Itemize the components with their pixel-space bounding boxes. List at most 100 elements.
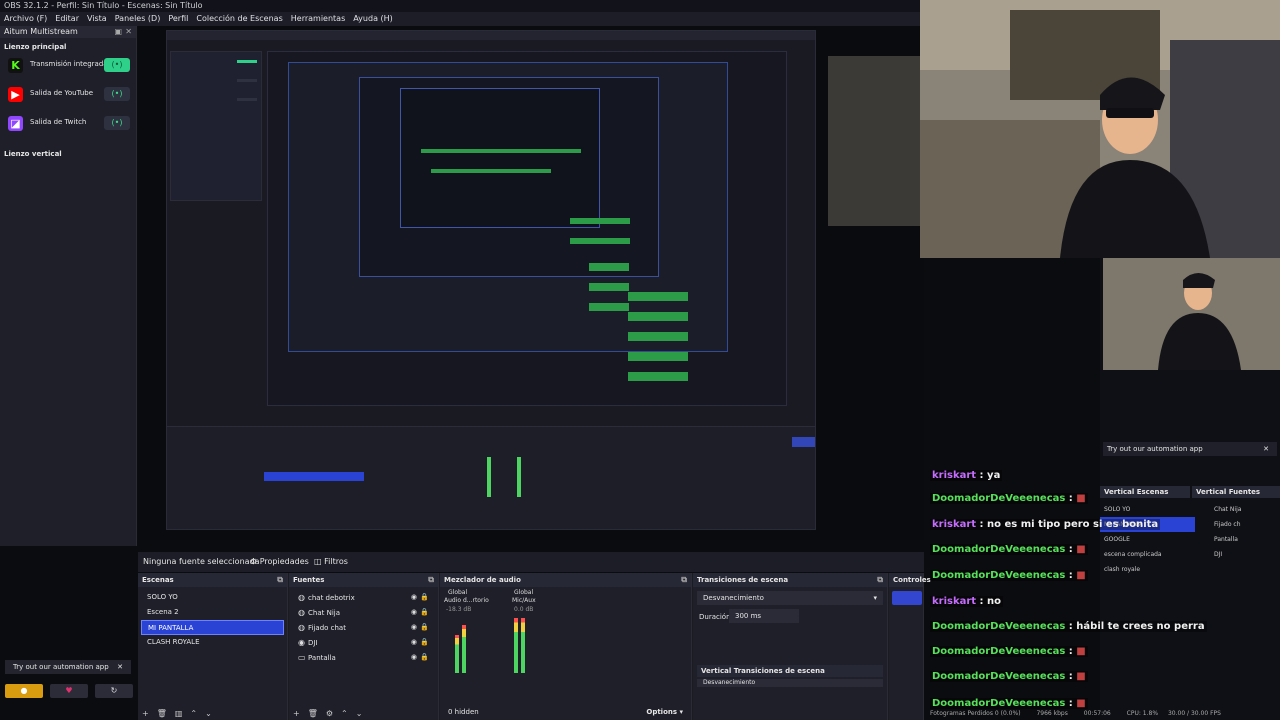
automation-label: Try out our automation app [13, 663, 109, 671]
scene-item[interactable]: Escena 2 [141, 605, 284, 620]
source-item[interactable]: ▭ Pantalla ◉ 🔒 [292, 650, 435, 665]
down-icon[interactable]: ⌄ [205, 709, 212, 718]
output-toggle-button[interactable]: (•) [104, 58, 130, 72]
vertical-source-item[interactable]: Pantalla [1200, 532, 1280, 547]
lock-icon[interactable]: 🔒 [420, 590, 429, 605]
chat-message: DoomadorDeVeeenecas : ■ [930, 646, 1088, 657]
automation-label-2: Try out our automation app [1107, 445, 1203, 453]
emote-icon: ■ [1076, 570, 1086, 581]
duration-input[interactable]: 300 ms [729, 609, 799, 623]
menu-item[interactable]: Herramientas [291, 12, 346, 26]
lock-icon[interactable]: 🔒 [420, 620, 429, 635]
eye-icon[interactable]: ◉ [411, 635, 417, 650]
vertical-source-item[interactable]: Fijado ch [1200, 517, 1280, 532]
close-icon[interactable]: ✕ [1263, 442, 1269, 456]
camera-icon: ◉ [298, 638, 305, 647]
output-label: Salida de Twitch [30, 118, 87, 126]
output-toggle-button[interactable]: (•) [104, 87, 130, 101]
source-item[interactable]: ◍ Chat Nija ◉ 🔒 [292, 605, 435, 620]
source-item[interactable]: ◍ chat debotrix ◉ 🔒 [292, 590, 435, 605]
float-icon[interactable]: ▣ [114, 26, 122, 38]
nested-bottom-panels [167, 426, 815, 529]
hidden-count[interactable]: 0 hidden [448, 708, 479, 716]
eye-icon[interactable]: ◉ [411, 650, 417, 665]
globe-icon: ◍ [298, 623, 305, 632]
globe-icon: ◍ [298, 608, 305, 617]
eye-icon[interactable]: ◉ [411, 620, 417, 635]
start-stream-button[interactable] [892, 591, 922, 605]
add-icon[interactable]: + [142, 709, 149, 718]
vertical-sources-header: Vertical Fuentes [1192, 486, 1280, 498]
lock-icon[interactable]: 🔒 [420, 605, 429, 620]
close-icon[interactable]: ✕ [117, 660, 123, 674]
add-icon[interactable]: + [293, 709, 300, 718]
globe-icon: ◍ [298, 593, 305, 602]
dock-icon[interactable]: ⧉ [877, 573, 883, 587]
output-toggle-button[interactable]: (•) [104, 116, 130, 130]
menu-item[interactable]: Archivo (F) [4, 12, 47, 26]
heart-icon[interactable]: ♥ [50, 684, 88, 698]
transition-select[interactable]: Desvanecimiento ▾ [697, 591, 883, 605]
filters-button[interactable]: ◫ Filtros [314, 552, 348, 572]
menu-item[interactable]: Editar [55, 12, 79, 26]
scenes-toolbar: + 🗑 ▥ ⌃ ⌄ [142, 709, 212, 718]
scene-item[interactable]: SOLO YO [141, 590, 284, 605]
ch2-meter [514, 618, 518, 673]
preview-canvas[interactable] [138, 26, 924, 540]
main-canvas-label: Lienzo principal [4, 43, 67, 51]
eye-icon[interactable]: ◉ [411, 590, 417, 605]
vertical-source-item[interactable]: DJI [1200, 547, 1280, 562]
delete-icon[interactable]: 🗑 [157, 709, 167, 718]
sources-toolbar: + 🗑 ⚙ ⌃ ⌄ [293, 709, 362, 718]
lock-icon[interactable]: 🔒 [420, 650, 429, 665]
scene-item[interactable]: MI PANTALLA [141, 620, 284, 635]
monitor-icon: ▭ [298, 653, 306, 662]
dock-icon[interactable]: ⧉ [428, 573, 434, 587]
properties-button[interactable]: ⚙ Propiedades [250, 552, 309, 572]
menu-item[interactable]: Vista [87, 12, 107, 26]
menu-item[interactable]: Ayuda (H) [353, 12, 393, 26]
chat-username: DoomadorDeVeeenecas [932, 671, 1066, 682]
ch1-meter-r [462, 625, 466, 673]
source-item[interactable]: ◉ DJI ◉ 🔒 [292, 635, 435, 650]
automation-button[interactable]: Try out our automation app ✕ [5, 660, 131, 674]
eye-icon[interactable]: ◉ [411, 605, 417, 620]
chat-message: kriskart : no es mi tipo pero si es boni… [930, 519, 1161, 530]
options-button[interactable]: Options ▾ [646, 708, 683, 716]
nested-multistream [170, 51, 262, 201]
refresh-icon[interactable]: ↻ [95, 684, 133, 698]
source-item[interactable]: ◍ Fijado chat ◉ 🔒 [292, 620, 435, 635]
up-icon[interactable]: ⌃ [190, 709, 197, 718]
mixer-header: Mezclador de audio ⧉ [440, 573, 691, 587]
delete-icon[interactable]: 🗑 [308, 709, 318, 718]
menu-item[interactable]: Perfil [168, 12, 188, 26]
source-label: Fijado chat [308, 624, 346, 632]
filter-icon[interactable]: ▥ [175, 709, 183, 718]
vertical-transition-select[interactable]: Desvanecimiento [697, 679, 883, 687]
scenes-header: Escenas ⧉ [138, 573, 287, 587]
bottom-docks: Escenas ⧉ SOLO YO Escena 2 MI PANTALLA CLASH… [138, 573, 931, 720]
webcam-feed [920, 0, 1280, 258]
down-icon[interactable]: ⌄ [356, 709, 363, 718]
output-label: Transmisión integrada [30, 60, 108, 68]
up-icon[interactable]: ⌃ [341, 709, 348, 718]
chat-username: DoomadorDeVeeenecas [932, 570, 1066, 581]
close-icon[interactable]: ✕ [125, 26, 132, 38]
dock-icon[interactable]: ⧉ [277, 573, 283, 587]
scene-item[interactable]: CLASH ROYALE [141, 635, 284, 650]
controls-title: Controles [893, 576, 931, 584]
record-button[interactable]: ● [5, 684, 43, 698]
dock-icon[interactable]: ⧉ [681, 573, 687, 587]
vertical-source-item[interactable]: Chat Nija [1200, 502, 1280, 517]
filters-label: Filtros [324, 557, 348, 566]
chat-separator: : [1065, 621, 1077, 632]
controls-panel: Controles [889, 573, 931, 720]
menu-item[interactable]: Colección de Escenas [196, 12, 282, 26]
settings-icon[interactable]: ⚙ [326, 709, 333, 718]
menu-item[interactable]: Paneles (D) [115, 12, 161, 26]
lock-icon[interactable]: 🔒 [420, 635, 429, 650]
chat-text: hábil te crees no perra [1076, 621, 1205, 632]
mixer-ch2-name: Mic/Aux [512, 597, 536, 604]
audio-mixer-panel: Mezclador de audio ⧉ Global Audio d...rto… [440, 573, 692, 720]
automation-button-2[interactable]: Try out our automation app ✕ [1103, 442, 1277, 456]
